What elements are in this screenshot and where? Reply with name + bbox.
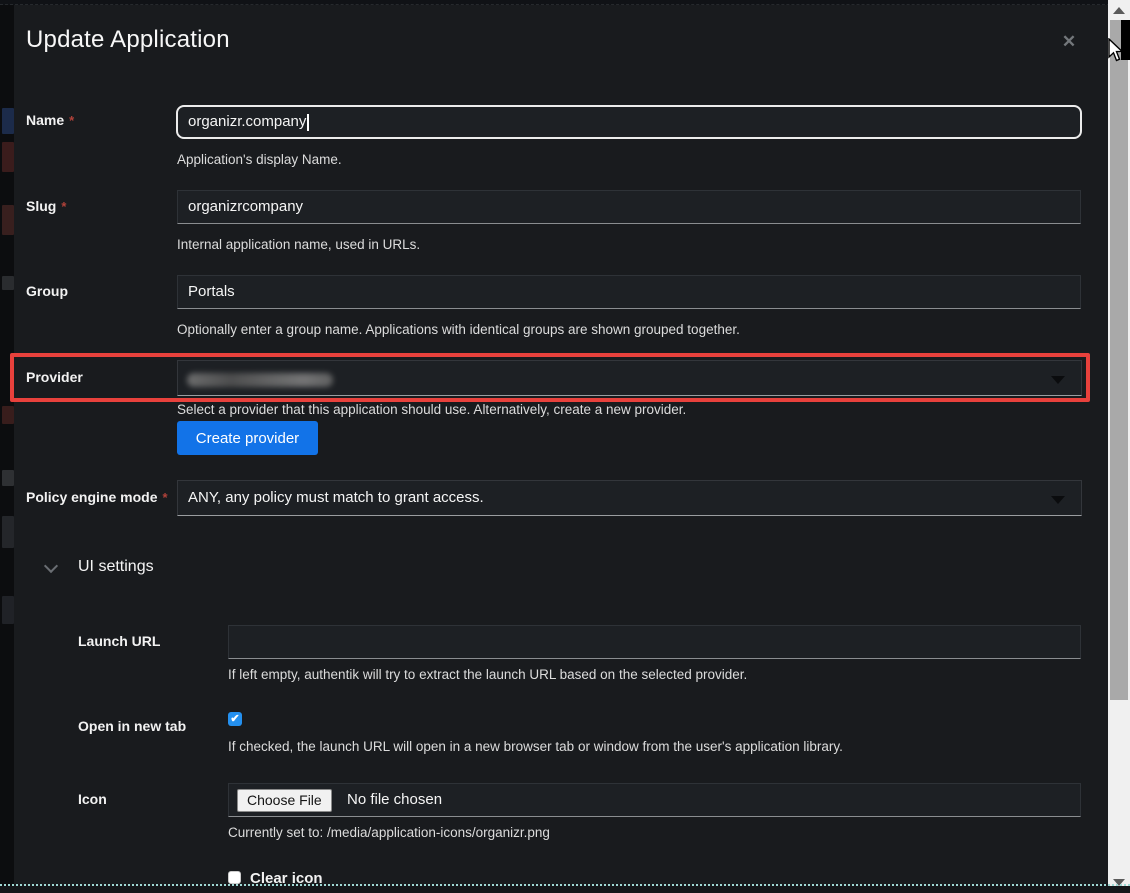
group-input[interactable]: Portals bbox=[177, 275, 1081, 309]
policy-engine-mode-label: Policy engine mode* bbox=[26, 489, 168, 505]
icon-helper: Currently set to: /media/application-ico… bbox=[228, 825, 550, 840]
background-fragment bbox=[2, 108, 14, 134]
chevron-down-icon bbox=[1051, 496, 1065, 504]
background-fragment bbox=[2, 276, 14, 290]
slug-label: Slug* bbox=[26, 198, 66, 214]
required-marker: * bbox=[69, 113, 74, 128]
provider-select[interactable] bbox=[177, 360, 1082, 396]
modal-surface: Update Application ✕ Name* organizr.comp… bbox=[14, 5, 1108, 893]
slug-helper: Internal application name, used in URLs. bbox=[177, 237, 420, 252]
policy-engine-mode-select[interactable]: ANY, any policy must match to grant acce… bbox=[177, 480, 1082, 516]
provider-label: Provider bbox=[26, 369, 83, 385]
redacted-provider-value bbox=[187, 373, 333, 387]
chevron-down-icon[interactable] bbox=[44, 559, 58, 573]
open-in-new-tab-helper: If checked, the launch URL will open in … bbox=[228, 739, 843, 754]
scrollbar-thumb[interactable] bbox=[1110, 20, 1128, 700]
name-helper: Application's display Name. bbox=[177, 152, 342, 167]
launch-url-input[interactable] bbox=[228, 625, 1081, 659]
mouse-cursor-icon bbox=[1108, 38, 1126, 64]
clear-icon-checkbox-unchecked[interactable] bbox=[228, 871, 241, 884]
modal-title: Update Application bbox=[26, 26, 230, 54]
background-fragment bbox=[2, 205, 14, 235]
name-input[interactable]: organizr.company bbox=[176, 105, 1082, 139]
ui-settings-section-header[interactable]: UI settings bbox=[78, 558, 154, 576]
background-fragment bbox=[2, 142, 14, 172]
group-helper: Optionally enter a group name. Applicati… bbox=[177, 322, 740, 337]
close-icon[interactable]: ✕ bbox=[1058, 31, 1080, 53]
update-application-modal: Update Application ✕ Name* organizr.comp… bbox=[0, 0, 1130, 893]
icon-file-input[interactable]: Choose File No file chosen bbox=[228, 783, 1081, 817]
slug-input[interactable]: organizrcompany bbox=[177, 190, 1081, 224]
background-fragment bbox=[2, 406, 14, 424]
open-in-new-tab-label: Open in new tab bbox=[78, 718, 186, 734]
required-marker: * bbox=[162, 490, 167, 505]
chevron-down-icon bbox=[1051, 376, 1065, 384]
vertical-scrollbar[interactable] bbox=[1108, 0, 1130, 893]
provider-helper: Select a provider that this application … bbox=[177, 402, 686, 417]
group-label: Group bbox=[26, 283, 68, 299]
background-fragment bbox=[2, 596, 14, 624]
background-fragment bbox=[2, 470, 14, 486]
create-provider-button[interactable]: Create provider bbox=[177, 421, 318, 455]
choose-file-button[interactable]: Choose File bbox=[237, 789, 332, 812]
scroll-up-arrow-icon[interactable] bbox=[1113, 7, 1125, 14]
required-marker: * bbox=[61, 199, 66, 214]
background-fragment bbox=[2, 516, 14, 548]
launch-url-label: Launch URL bbox=[78, 633, 160, 649]
launch-url-helper: If left empty, authentik will try to ext… bbox=[228, 667, 747, 682]
name-label: Name* bbox=[26, 112, 74, 128]
file-status-text: No file chosen bbox=[347, 784, 442, 816]
text-cursor bbox=[307, 114, 309, 131]
open-in-new-tab-checkbox-checked[interactable]: ✔ bbox=[228, 712, 242, 726]
page-behind-modal bbox=[0, 0, 14, 893]
icon-label: Icon bbox=[78, 791, 107, 807]
bottom-strip bbox=[0, 886, 1130, 893]
